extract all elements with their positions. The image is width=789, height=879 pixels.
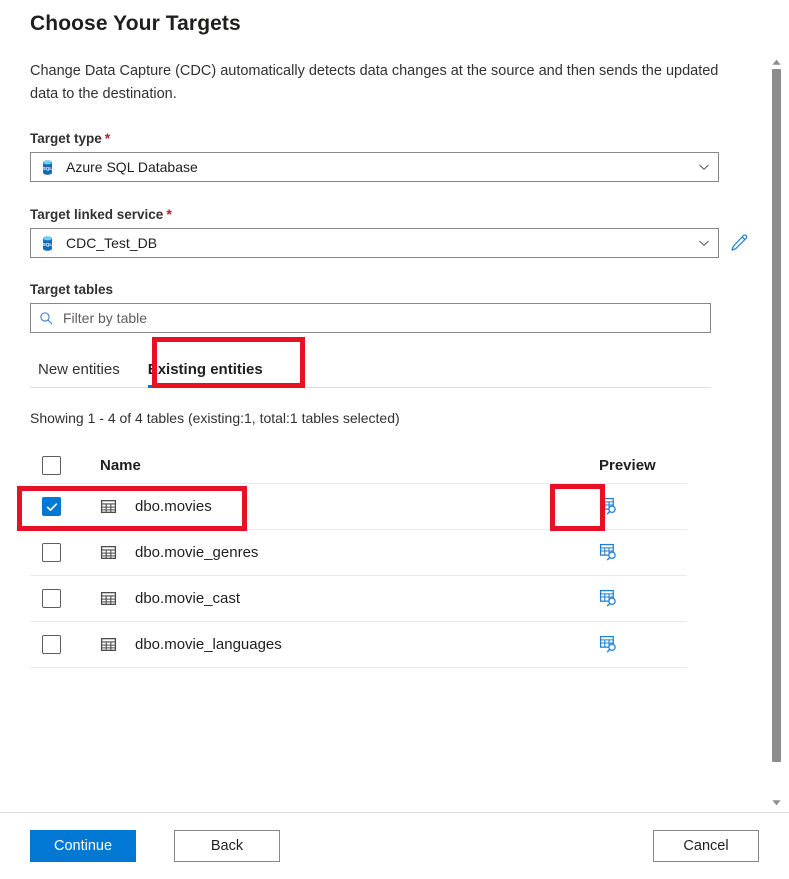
table-grid-icon xyxy=(100,498,117,515)
row-checkbox[interactable] xyxy=(42,497,61,516)
table-row[interactable]: dbo.movies xyxy=(30,484,687,530)
row-checkbox[interactable] xyxy=(42,589,61,608)
panel-content: Choose Your Targets Change Data Capture … xyxy=(0,0,789,812)
target-linked-service-label: Target linked service * xyxy=(30,206,759,222)
svg-text:SQL: SQL xyxy=(43,241,53,246)
chevron-down-icon xyxy=(698,237,710,249)
svg-text:SQL: SQL xyxy=(43,165,53,170)
preview-table-icon[interactable] xyxy=(599,497,618,516)
table-header-row: Name Preview xyxy=(30,448,687,484)
row-select-cell xyxy=(30,635,100,654)
table-grid-icon xyxy=(100,590,117,607)
table-grid-icon xyxy=(100,636,117,653)
scrollbar-track[interactable] xyxy=(772,69,781,795)
tab-new-entities-label: New entities xyxy=(38,361,120,378)
row-name-cell: dbo.movie_cast xyxy=(100,590,577,607)
select-all-cell xyxy=(30,456,100,475)
entity-tabs: New entities Existing entities xyxy=(30,355,711,388)
target-type-value: Azure SQL Database xyxy=(66,159,198,175)
row-checkbox[interactable] xyxy=(42,543,61,562)
scrollbar-thumb[interactable] xyxy=(772,69,781,762)
row-select-cell xyxy=(30,589,100,608)
preview-table-icon[interactable] xyxy=(599,543,618,562)
dialog-footer: Continue Back Cancel xyxy=(0,812,789,879)
table-filter-search-box[interactable]: Filter by table xyxy=(30,303,711,333)
target-type-label-text: Target type xyxy=(30,131,102,146)
table-grid-icon xyxy=(100,544,117,561)
target-linked-service-row: SQL CDC_Test_DB xyxy=(30,228,759,258)
page-title: Choose Your Targets xyxy=(30,12,241,35)
row-name-cell: dbo.movies xyxy=(100,498,577,515)
azure-sql-database-icon: SQL xyxy=(39,159,56,176)
target-linked-service-dropdown[interactable]: SQL CDC_Test_DB xyxy=(30,228,719,258)
chevron-down-icon xyxy=(698,161,710,173)
row-preview-cell xyxy=(577,589,687,608)
cancel-button[interactable]: Cancel xyxy=(653,830,759,862)
tab-existing-entities[interactable]: Existing entities xyxy=(134,355,277,388)
row-name-cell: dbo.movie_genres xyxy=(100,544,577,561)
required-asterisk: * xyxy=(166,206,172,222)
row-name-label: dbo.movie_genres xyxy=(135,544,259,561)
page-description: Change Data Capture (CDC) automatically … xyxy=(30,63,719,102)
row-name-label: dbo.movies xyxy=(135,498,212,515)
tables-list: Name Preview dbo.movies dbo.movie_genres… xyxy=(30,448,687,668)
back-button[interactable]: Back xyxy=(174,830,280,862)
row-name-cell: dbo.movie_languages xyxy=(100,636,577,653)
row-name-label: dbo.movie_languages xyxy=(135,636,282,653)
target-linked-service-value: CDC_Test_DB xyxy=(66,235,158,251)
row-name-label: dbo.movie_cast xyxy=(135,590,241,607)
row-checkbox[interactable] xyxy=(42,635,61,654)
table-row[interactable]: dbo.movie_cast xyxy=(30,576,687,622)
target-linked-service-label-text: Target linked service xyxy=(30,207,164,222)
tab-new-entities[interactable]: New entities xyxy=(30,355,134,387)
table-row[interactable]: dbo.movie_languages xyxy=(30,622,687,668)
target-type-row: SQL Azure SQL Database xyxy=(30,152,759,182)
row-preview-cell xyxy=(577,497,687,516)
continue-button[interactable]: Continue xyxy=(30,830,136,862)
target-type-dropdown[interactable]: SQL Azure SQL Database xyxy=(30,152,719,182)
column-header-name: Name xyxy=(100,457,141,474)
target-type-label: Target type * xyxy=(30,130,759,146)
target-tables-label-text: Target tables xyxy=(30,282,114,297)
required-asterisk: * xyxy=(104,130,111,146)
target-tables-label: Target tables xyxy=(30,282,759,297)
select-all-checkbox[interactable] xyxy=(42,456,61,475)
showing-count-text: Showing 1 - 4 of 4 tables (existing:1, t… xyxy=(30,410,400,426)
row-preview-cell xyxy=(577,543,687,562)
pencil-icon[interactable] xyxy=(729,233,749,253)
preview-table-icon[interactable] xyxy=(599,589,618,608)
choose-targets-panel: Choose Your Targets Change Data Capture … xyxy=(0,0,789,879)
preview-table-icon[interactable] xyxy=(599,635,618,654)
search-input-placeholder: Filter by table xyxy=(63,310,148,326)
vertical-scrollbar[interactable] xyxy=(768,55,785,809)
row-select-cell xyxy=(30,543,100,562)
search-icon xyxy=(39,311,54,326)
azure-sql-database-icon: SQL xyxy=(39,235,56,252)
scroll-down-arrow-icon[interactable] xyxy=(768,795,785,809)
scroll-up-arrow-icon[interactable] xyxy=(768,55,785,69)
row-select-cell xyxy=(30,497,100,516)
table-row[interactable]: dbo.movie_genres xyxy=(30,530,687,576)
column-header-preview: Preview xyxy=(599,457,656,474)
row-preview-cell xyxy=(577,635,687,654)
tab-existing-entities-label: Existing entities xyxy=(147,361,263,378)
